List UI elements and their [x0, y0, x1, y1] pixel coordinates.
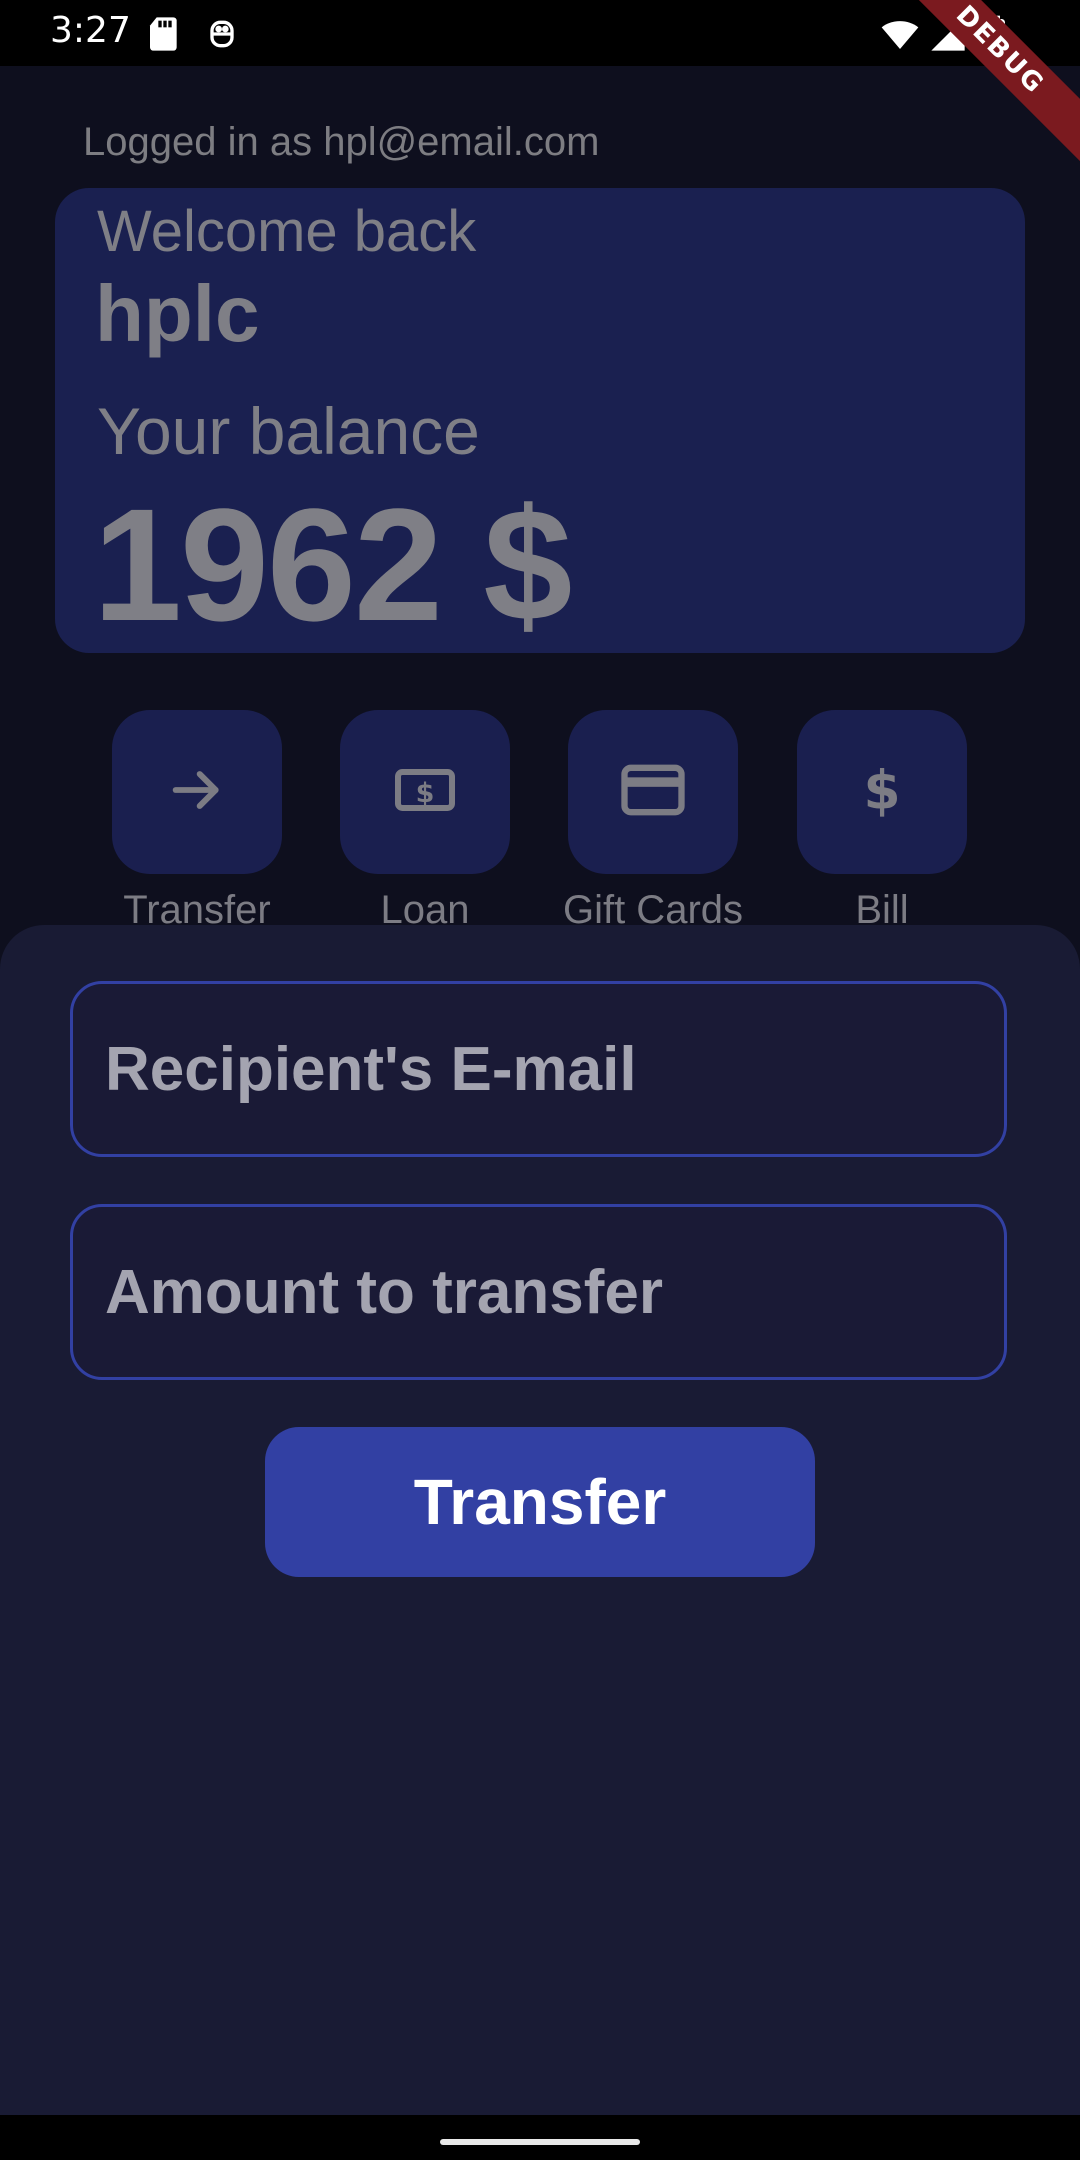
action-gift-cards[interactable]: Gift Cards: [563, 710, 743, 933]
notification-icon: [202, 14, 242, 54]
dollar-icon: $: [850, 758, 914, 827]
gift-cards-action-button[interactable]: [568, 710, 738, 874]
status-time: 3:27: [50, 10, 131, 51]
recipient-email-field[interactable]: [70, 981, 1007, 1157]
action-bill[interactable]: $ Bill: [797, 710, 967, 933]
balance-value: 1962 $: [93, 475, 572, 654]
recipient-email-input[interactable]: [73, 984, 1004, 1154]
welcome-label: Welcome back: [97, 199, 477, 264]
action-loan[interactable]: $ Loan: [340, 710, 510, 933]
amount-field[interactable]: [70, 1204, 1007, 1380]
status-bar: 3:27 DEBUG: [0, 0, 1080, 172]
svg-text:$: $: [416, 778, 435, 809]
balance-card: Welcome back hplc Your balance 1962 $: [55, 188, 1025, 654]
svg-text:$: $: [863, 758, 900, 821]
home-indicator[interactable]: [440, 2139, 640, 2145]
amount-input[interactable]: [73, 1207, 1004, 1377]
wifi-icon: [880, 14, 920, 54]
credit-card-icon: [615, 752, 691, 833]
loan-action-button[interactable]: $: [340, 710, 510, 874]
transfer-sheet: Transfer: [0, 925, 1080, 2115]
logged-in-text: Logged in as hpl@email.com: [83, 120, 600, 164]
action-transfer[interactable]: Transfer: [112, 710, 282, 933]
transfer-submit-button[interactable]: Transfer: [265, 1427, 815, 1577]
transfer-action-button[interactable]: [112, 710, 282, 874]
balance-label: Your balance: [97, 394, 480, 468]
bill-action-button[interactable]: $: [797, 710, 967, 874]
username: hplc: [95, 269, 260, 358]
navigation-bar: [0, 2115, 1080, 2160]
arrow-right-icon: [165, 758, 229, 827]
money-bill-icon: $: [389, 754, 461, 831]
sd-card-icon: [145, 14, 185, 54]
